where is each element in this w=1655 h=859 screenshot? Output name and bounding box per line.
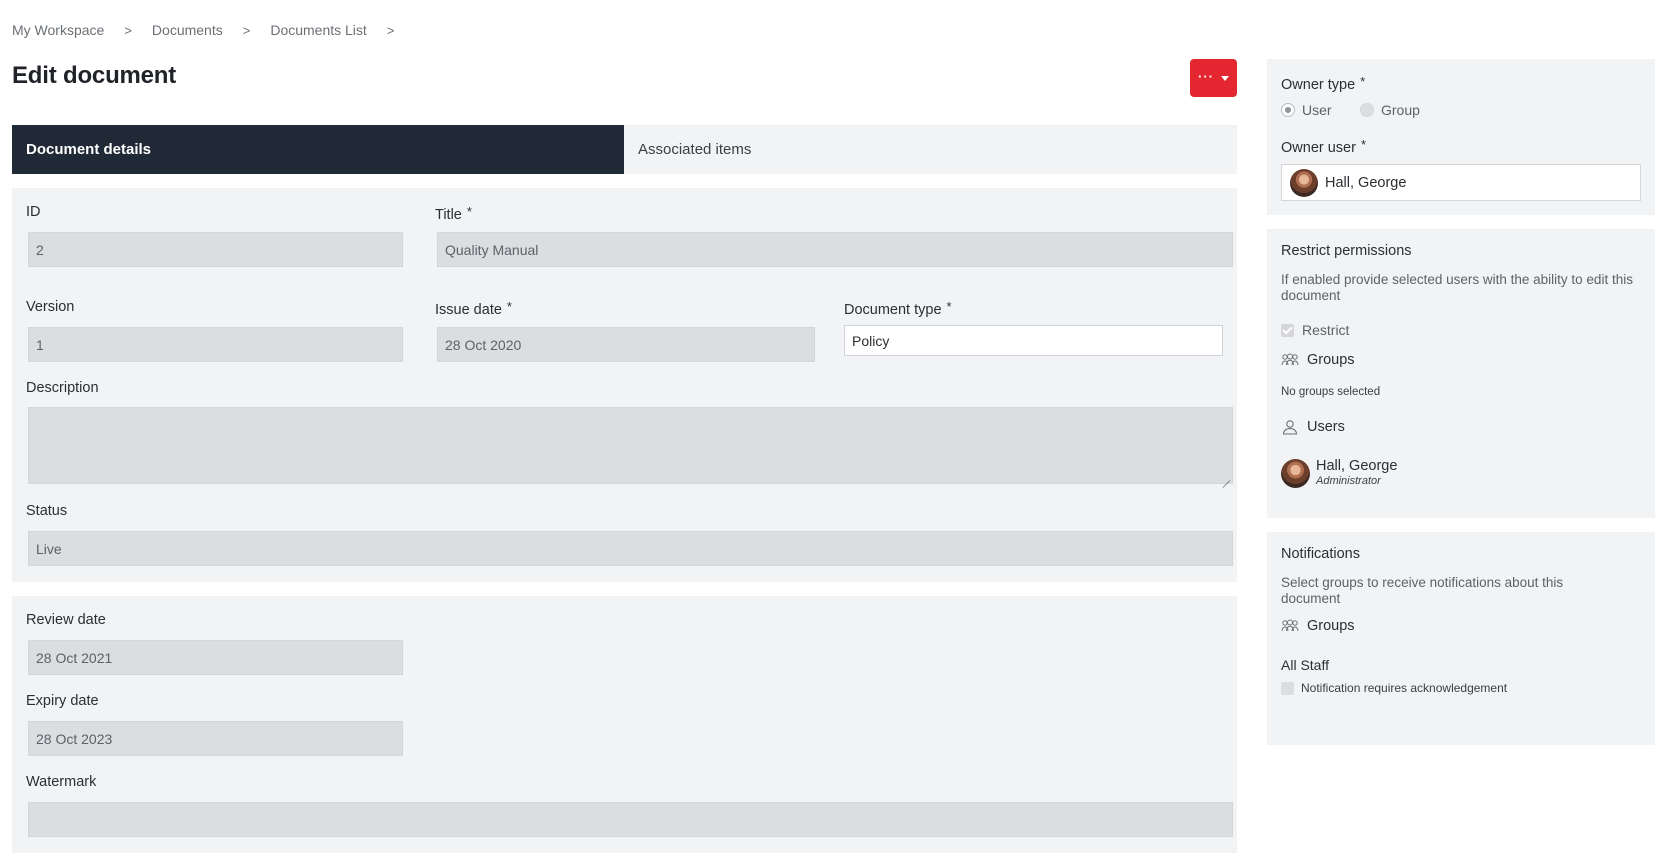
avatar	[1290, 168, 1318, 197]
review-date-field[interactable]: 28 Oct 2021	[28, 640, 403, 675]
tab-bar: Document details Associated items	[12, 125, 1237, 174]
breadcrumb-separator-icon: >	[124, 22, 132, 38]
more-actions-button[interactable]: ···	[1190, 59, 1237, 97]
document-details-panel: ID 2 Title * Quality Manual Version 1 Iss…	[12, 188, 1237, 582]
document-type-label: Document type *	[844, 299, 952, 318]
expiry-date-field[interactable]: 28 Oct 2023	[28, 721, 403, 756]
permission-users-label: Users	[1307, 419, 1345, 435]
page-title: Edit document	[12, 62, 177, 89]
owner-type-user-option[interactable]: User	[1281, 102, 1332, 118]
notifications-description: Select groups to receive notifications a…	[1281, 575, 1564, 606]
owner-user-select[interactable]: Hall, George	[1281, 164, 1641, 201]
notification-groups-label: Groups	[1307, 618, 1355, 634]
tab-associated-items[interactable]: Associated items	[624, 125, 751, 174]
permission-user-name: Hall, George	[1316, 458, 1398, 474]
permission-groups-label: Groups	[1307, 352, 1355, 368]
ellipsis-icon: ···	[1198, 68, 1214, 84]
groups-icon	[1281, 619, 1299, 632]
breadcrumb-separator-icon: >	[386, 22, 395, 38]
dates-panel: Review date 28 Oct 2021 Expiry date 28 O…	[12, 596, 1237, 853]
version-field[interactable]: 1	[28, 327, 403, 362]
status-field[interactable]: Live	[28, 531, 1233, 566]
notification-group-name: All Staff	[1281, 657, 1329, 673]
restrict-checkbox[interactable]	[1281, 323, 1294, 337]
user-icon	[1282, 420, 1298, 435]
title-field[interactable]: Quality Manual	[437, 232, 1233, 267]
radio-group[interactable]	[1360, 103, 1374, 117]
title-label: Title *	[435, 204, 472, 223]
id-field[interactable]: 2	[28, 232, 403, 267]
restrict-permissions-title: Restrict permissions	[1281, 243, 1412, 259]
owner-type-user-label: User	[1302, 102, 1332, 118]
groups-icon	[1281, 353, 1299, 366]
breadcrumb-separator-icon: >	[242, 22, 251, 38]
notifications-card: Notifications Select groups to receive n…	[1267, 532, 1655, 745]
breadcrumb: My Workspace > Documents > Documents Lis…	[12, 20, 414, 40]
permission-user-item[interactable]: Hall, George Administrator	[1281, 458, 1397, 488]
document-type-select[interactable]: Policy	[844, 325, 1223, 356]
breadcrumb-my-workspace[interactable]: My Workspace	[12, 22, 104, 38]
owner-user-label: Owner user *	[1281, 137, 1367, 156]
description-label: Description	[26, 380, 99, 396]
breadcrumb-documents-list[interactable]: Documents List	[270, 22, 366, 38]
description-textarea[interactable]	[28, 407, 1233, 484]
resize-handle-icon[interactable]	[1222, 473, 1230, 481]
status-label: Status	[26, 503, 68, 519]
notifications-title: Notifications	[1281, 546, 1360, 562]
restrict-label: Restrict	[1302, 322, 1350, 338]
expiry-date-label: Expiry date	[26, 693, 99, 709]
id-label: ID	[26, 204, 41, 220]
version-label: Version	[26, 299, 75, 315]
acknowledgement-label: Notification requires acknowledgement	[1301, 681, 1508, 695]
restrict-permissions-card: Restrict permissions If enabled provide …	[1267, 229, 1655, 518]
owner-type-label: Owner type *	[1281, 74, 1366, 93]
permission-users-header: Users	[1281, 419, 1345, 435]
radio-user[interactable]	[1281, 103, 1295, 117]
caret-down-icon	[1221, 75, 1229, 81]
owner-user-value: Hall, George	[1325, 174, 1407, 191]
no-groups-text: No groups selected	[1281, 386, 1381, 398]
notification-groups-header: Groups	[1281, 618, 1355, 634]
review-date-label: Review date	[26, 612, 106, 628]
permission-user-role: Administrator	[1316, 475, 1381, 487]
breadcrumb-documents[interactable]: Documents	[152, 22, 223, 38]
owner-type-group-label: Group	[1381, 102, 1420, 118]
acknowledgement-checkbox[interactable]	[1281, 681, 1294, 695]
issue-date-label: Issue date *	[435, 299, 512, 318]
permission-groups-header: Groups	[1281, 352, 1355, 368]
acknowledgement-row[interactable]: Notification requires acknowledgement	[1281, 681, 1507, 695]
watermark-label: Watermark	[26, 774, 97, 790]
watermark-field[interactable]	[28, 802, 1233, 837]
issue-date-field[interactable]: 28 Oct 2020	[437, 327, 815, 362]
owner-type-group-option[interactable]: Group	[1360, 102, 1420, 118]
owner-card: Owner type * User Group Owner user * Hall,…	[1267, 59, 1655, 215]
tab-document-details[interactable]: Document details	[12, 125, 624, 174]
restrict-permissions-description: If enabled provide selected users with t…	[1281, 272, 1633, 303]
restrict-checkbox-row[interactable]: Restrict	[1281, 322, 1349, 338]
avatar	[1281, 458, 1310, 488]
